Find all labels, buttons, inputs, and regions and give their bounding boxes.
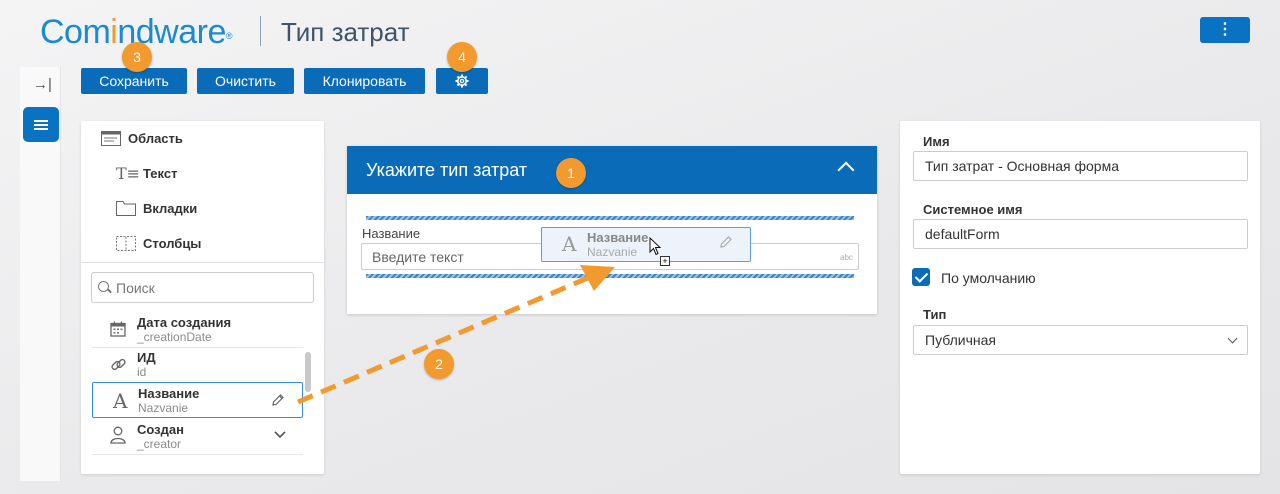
kebab-icon: ⋮ — [1217, 21, 1233, 38]
callout-badge-3: 3 — [122, 42, 152, 72]
drag-ghost-name: Название — [587, 230, 649, 245]
callout-badge-1: 1 — [556, 158, 586, 188]
page-title: Тип затрат — [281, 17, 410, 47]
field-label: Название — [362, 226, 421, 241]
type-select[interactable]: Публичная — [913, 325, 1248, 355]
toolbox-item-label: Столбцы — [143, 236, 202, 251]
search-icon — [98, 281, 109, 292]
field-system-name: id — [137, 365, 147, 379]
field-system-name: _creator — [137, 437, 182, 451]
type-label: Тип — [923, 307, 947, 322]
clear-button[interactable]: Очистить — [197, 68, 294, 94]
list-item-selected[interactable]: A Название Nazvanie — [92, 382, 303, 418]
search-placeholder: Поиск — [116, 280, 155, 296]
field-name: Создан — [137, 422, 184, 437]
list-item[interactable]: Создан _creator — [92, 420, 303, 454]
field-name: Название — [138, 386, 200, 401]
chevron-down-icon[interactable] — [274, 431, 286, 439]
callout-badge-2: 2 — [424, 349, 454, 379]
edit-pencil-icon[interactable] — [271, 393, 285, 407]
copy-plus-icon: + — [660, 256, 670, 266]
toolbox-item-label: Область — [128, 131, 183, 146]
toolbox-item-columns[interactable]: Столбцы — [116, 235, 296, 255]
toolbox-item-tabs[interactable]: Вкладки — [116, 200, 296, 220]
columns-icon — [116, 236, 136, 251]
form-name-input[interactable]: Тип затрат - Основная форма — [913, 151, 1248, 181]
header-divider — [260, 16, 261, 46]
expand-panel-icon[interactable]: →| — [33, 77, 52, 93]
field-name: ИД — [137, 350, 156, 365]
default-checkbox-label: По умолчанию — [941, 270, 1036, 286]
text-a-icon: A — [562, 232, 577, 256]
default-checkbox[interactable] — [912, 268, 930, 286]
field-name: Дата создания — [137, 315, 232, 330]
toolbox-divider — [81, 262, 324, 263]
callout-badge-4: 4 — [447, 42, 477, 72]
toolbox-item-area[interactable]: Область — [101, 130, 301, 150]
area-icon — [101, 131, 121, 146]
text-icon: T≡ — [116, 164, 141, 183]
more-menu-button[interactable]: ⋮ — [1200, 17, 1250, 43]
list-item[interactable]: Дата создания _creationDate — [92, 313, 303, 347]
toolbox-item-text[interactable]: T≡ Текст — [116, 164, 296, 185]
field-system-name: _creationDate — [137, 330, 212, 344]
text-a-icon: A — [113, 389, 128, 413]
cursor-arrow-icon — [649, 237, 662, 256]
field-type-label: abc — [840, 253, 853, 262]
system-name-label: Системное имя — [923, 202, 1023, 217]
field-system-name: Nazvanie — [138, 401, 189, 415]
clone-button[interactable]: Клонировать — [304, 68, 425, 94]
toolbox-item-label: Текст — [143, 166, 178, 181]
tabs-icon — [116, 201, 136, 216]
toolbox-menu-button[interactable] — [23, 107, 59, 142]
form-card-title: Укажите тип затрат — [366, 160, 528, 180]
user-icon — [110, 426, 126, 444]
gear-icon — [455, 74, 469, 88]
name-label: Имя — [923, 134, 950, 149]
save-button[interactable]: Сохранить — [81, 68, 187, 94]
toolbox-item-label: Вкладки — [143, 201, 198, 216]
link-icon — [111, 358, 126, 371]
calendar-icon — [110, 321, 126, 337]
drag-arrow — [297, 265, 615, 405]
edit-pencil-icon — [720, 236, 732, 248]
system-name-input[interactable]: defaultForm — [913, 219, 1248, 249]
drop-zone-indicator — [366, 216, 854, 220]
list-item[interactable]: ИД id — [92, 348, 303, 382]
